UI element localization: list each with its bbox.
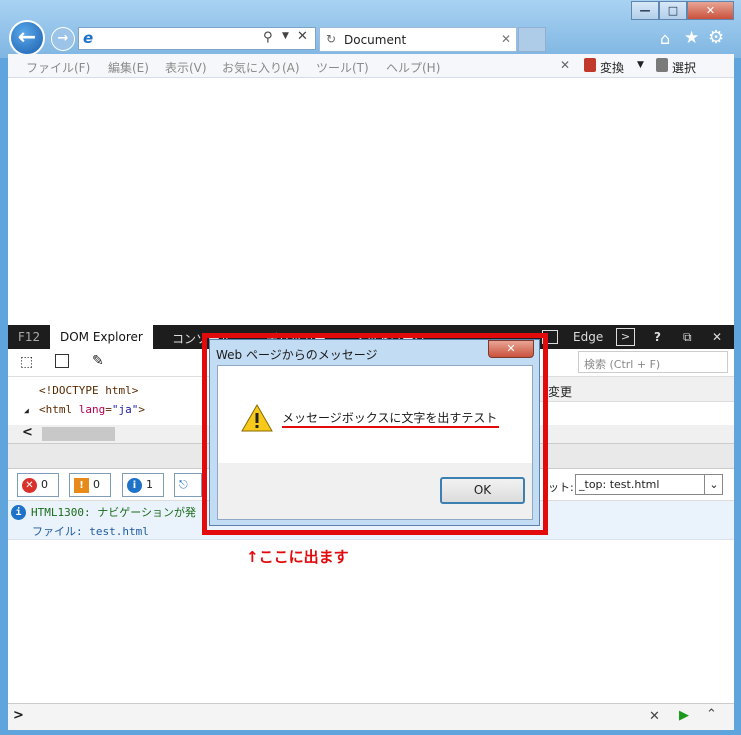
scroll-thumb[interactable] [42, 427, 115, 441]
dialog-body: メッセージボックスに文字を出すテスト OK [217, 365, 533, 520]
new-tab-button[interactable] [518, 27, 546, 52]
console-input[interactable]: > ✕ ▶ ⌃ [8, 703, 734, 730]
convert-pdf-icon [584, 58, 596, 72]
dialog-title: Web ページからのメッセージ [216, 348, 378, 362]
alert-dialog: Web ページからのメッセージ ✕ メッセージボックスに文字を出すテスト OK [209, 339, 540, 526]
warning-count: 0 [93, 478, 100, 491]
dialog-message: メッセージボックスに文字を出すテスト [282, 411, 498, 425]
menu-bar: ファイル(F) 編集(E) 表示(V) お気に入り(A) ツール(T) ヘルプ(… [8, 54, 734, 78]
dialog-message-area: メッセージボックスに文字を出すテスト [218, 366, 532, 463]
stop-icon[interactable]: ✕ [297, 29, 308, 44]
console-prompt: > [13, 708, 24, 723]
toolbar-close-icon[interactable]: ✕ [560, 58, 570, 72]
dom-html-node[interactable]: <html lang="ja"> [39, 403, 145, 416]
favorites-star-icon[interactable]: ★ [684, 28, 699, 48]
forward-button[interactable]: → [51, 27, 75, 51]
message-body: ナビゲーションが発 [97, 506, 197, 519]
clear-input-icon[interactable]: ✕ [649, 709, 660, 724]
dropdown-icon[interactable]: ▼ [282, 31, 289, 41]
info-filter[interactable]: i1 [122, 473, 164, 497]
dom-attr-value: "ja" [111, 403, 139, 416]
devtools-f12-label: F12 [18, 330, 41, 344]
dialog-close-icon: ✕ [506, 342, 516, 355]
expand-input-icon[interactable]: ⌃ [706, 707, 717, 722]
convert-button[interactable]: 変換 [600, 59, 624, 76]
undock-icon[interactable]: ⧉ [683, 330, 692, 345]
info-icon: i [127, 477, 142, 493]
select-button[interactable]: 選択 [672, 59, 696, 76]
error-count: 0 [41, 478, 48, 491]
tab-title: Document [344, 33, 407, 47]
color-picker-icon[interactable]: ✎ [92, 353, 104, 369]
loading-icon: ↻ [326, 32, 337, 46]
document-mode-edge[interactable]: Edge [573, 330, 603, 344]
tab-dom-explorer[interactable]: DOM Explorer [50, 325, 153, 349]
forward-arrow-icon: → [57, 31, 69, 46]
console-output [8, 540, 734, 703]
dom-search-placeholder: 検索 (Ctrl + F) [584, 358, 661, 371]
message-code: HTML1300: [31, 506, 91, 519]
console-toggle-icon[interactable]: > [616, 328, 635, 346]
run-icon[interactable]: ▶ [679, 708, 689, 723]
clear-navigate-icon: ⎋ [179, 478, 188, 491]
target-select[interactable]: _top: test.html ⌄ [575, 474, 723, 495]
dom-search-input[interactable]: 検索 (Ctrl + F) [578, 351, 728, 373]
warning-triangle-icon [241, 404, 273, 432]
dialog-close-button[interactable]: ✕ [488, 340, 534, 358]
menu-edit[interactable]: 編集(E) [108, 59, 149, 76]
minimize-button[interactable]: — [631, 1, 659, 20]
ok-button[interactable]: OK [440, 477, 525, 504]
message-file-link[interactable]: ファイル: test.html [32, 523, 149, 539]
dom-html-tag: <html [39, 403, 73, 416]
menu-tools[interactable]: ツール(T) [316, 59, 369, 76]
scroll-left-icon[interactable]: < [22, 425, 33, 440]
changes-tab[interactable]: 変更 [548, 383, 572, 400]
maximize-button[interactable]: □ [659, 1, 687, 20]
message-info-icon: i [11, 505, 26, 520]
target-dropdown-icon[interactable]: ⌄ [704, 475, 723, 494]
warning-icon: ! [74, 477, 89, 493]
dom-tag-close: > [138, 403, 145, 416]
home-icon[interactable]: ⌂ [660, 29, 670, 48]
warning-filter[interactable]: ! 0 [69, 473, 111, 497]
search-icon[interactable]: ⚲ [263, 30, 273, 45]
page-content [8, 78, 734, 325]
menu-view[interactable]: 表示(V) [165, 59, 207, 76]
annotation-text: ↑ここに出ます [246, 548, 349, 566]
devtools-close-icon[interactable]: ✕ [712, 330, 722, 344]
target-value: _top: test.html [579, 478, 660, 491]
expand-icon[interactable]: ◢ [24, 406, 29, 415]
gear-icon[interactable]: ⚙ [708, 27, 724, 48]
address-bar[interactable]: e ⚲ ▼ ✕ [78, 27, 316, 50]
ie-logo-icon: e [83, 29, 94, 47]
clear-on-navigate-button[interactable]: ⎋ [174, 473, 202, 497]
convert-dropdown-icon[interactable]: ▼ [637, 60, 644, 70]
highlight-element-icon[interactable] [55, 354, 69, 368]
select-element-icon[interactable]: ⬚ [20, 354, 33, 370]
select-pdf-icon [656, 58, 668, 72]
dom-doctype[interactable]: <!DOCTYPE html> [39, 384, 138, 397]
tab-close-icon[interactable]: ✕ [501, 32, 511, 46]
target-label: ット: [548, 481, 574, 494]
error-filter[interactable]: ✕ 0 [17, 473, 59, 497]
tab-document[interactable]: ↻ Document ✕ [319, 27, 517, 52]
info-count: 1 [146, 478, 153, 491]
back-arrow-icon: ← [17, 25, 37, 50]
menu-help[interactable]: ヘルプ(H) [386, 59, 440, 76]
message-underline [282, 426, 499, 428]
error-icon: ✕ [22, 477, 37, 493]
dom-side-header: 変更 [540, 377, 734, 402]
menu-favorites[interactable]: お気に入り(A) [222, 59, 300, 76]
back-button[interactable]: ← [9, 20, 45, 56]
dom-attr-name: lang [78, 403, 106, 416]
menu-file[interactable]: ファイル(F) [26, 59, 90, 76]
close-button[interactable]: ✕ [687, 1, 734, 20]
message-text: HTML1300: ナビゲーションが発 [31, 504, 196, 520]
help-icon[interactable]: ? [654, 330, 661, 344]
